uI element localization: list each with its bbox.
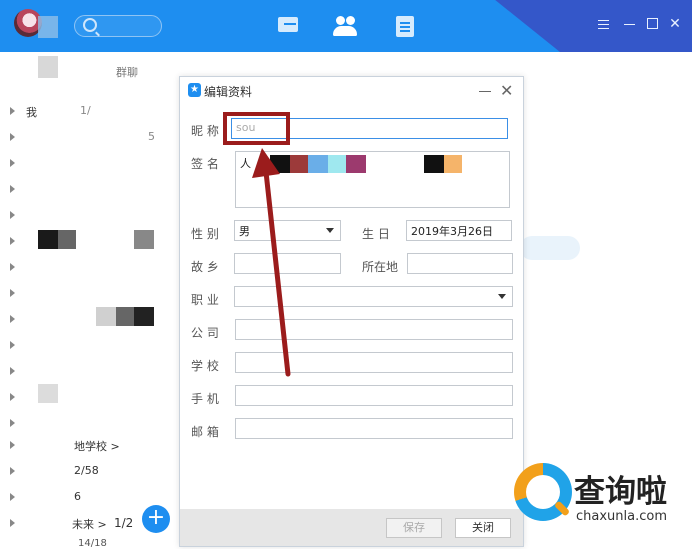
blurred-content [38, 384, 58, 403]
watermark-url: chaxunla.com [576, 509, 667, 524]
blurred-content [58, 230, 76, 249]
chevron-right-icon[interactable] [10, 315, 15, 323]
app-logo-icon: ★ [188, 83, 201, 97]
birthday-label: 生 日 [362, 227, 390, 241]
blurred-content [424, 155, 444, 173]
signature-label: 签 名 [191, 157, 219, 171]
list-item-label[interactable]: 地学校 > [74, 438, 120, 454]
blurred-content [134, 230, 154, 249]
message-icon[interactable] [276, 14, 302, 38]
list-item-count: 14/18 [78, 538, 107, 549]
minimize-icon[interactable] [623, 17, 637, 31]
location-label: 所在地 [362, 260, 399, 274]
background-decoration [520, 236, 580, 260]
maximize-icon[interactable] [646, 17, 660, 31]
gender-value: 男 [239, 225, 250, 238]
company-label: 公 司 [191, 326, 219, 340]
school-field[interactable] [235, 352, 513, 373]
chevron-right-icon[interactable] [10, 263, 15, 271]
close-icon[interactable]: ✕ [500, 81, 513, 100]
blurred-content [444, 155, 462, 173]
blurred-content [96, 307, 116, 326]
list-item-count: 6 [74, 490, 81, 503]
chevron-right-icon[interactable] [10, 467, 15, 475]
list-item-count: 1/2 [114, 516, 134, 530]
occupation-select[interactable] [234, 286, 513, 307]
blurred-content [116, 307, 134, 326]
edit-profile-dialog: ★ 编辑资料 ✕ 昵 称 sou 签 名 人 性 别 男 生 日 2019年3月… [179, 76, 524, 547]
chevron-right-icon[interactable] [10, 419, 15, 427]
blurred-content [290, 155, 308, 173]
dialog-title: 编辑资料 [204, 85, 253, 99]
list-item-label[interactable]: 我 [26, 104, 37, 120]
chevron-right-icon[interactable] [10, 107, 15, 115]
search-icon [83, 18, 97, 32]
company-field[interactable] [235, 319, 513, 340]
blurred-content [270, 155, 290, 173]
list-item-label[interactable]: 未来 > [72, 516, 107, 532]
list-item-count: 2/58 [74, 464, 99, 477]
highlight-box [223, 112, 290, 145]
chevron-right-icon[interactable] [10, 211, 15, 219]
occupation-label: 职 业 [191, 293, 219, 307]
hometown-label: 故 乡 [191, 260, 219, 274]
close-icon[interactable]: ✕ [668, 17, 682, 31]
chevron-right-icon[interactable] [10, 393, 15, 401]
signature-field[interactable]: 人 [235, 151, 510, 208]
phone-label: 手 机 [191, 392, 219, 406]
chevron-right-icon[interactable] [10, 367, 15, 375]
avatar-badge [38, 16, 58, 38]
school-label: 学 校 [191, 359, 219, 373]
menu-icon[interactable] [597, 17, 611, 31]
chevron-right-icon[interactable] [10, 289, 15, 297]
chevron-right-icon[interactable] [10, 159, 15, 167]
space-icon[interactable] [394, 14, 420, 38]
location-field[interactable] [407, 253, 513, 274]
blurred-content [346, 155, 366, 173]
signature-value: 人 [240, 157, 251, 170]
chevron-right-icon[interactable] [10, 237, 15, 245]
email-label: 邮 箱 [191, 425, 219, 439]
watermark-text: 查询啦 [574, 474, 667, 510]
blurred-content [38, 230, 58, 249]
close-button[interactable]: 关闭 [455, 518, 511, 538]
search-input[interactable] [74, 15, 162, 37]
list-item-count: 1/ [80, 104, 91, 117]
blurred-content [328, 155, 346, 173]
hometown-field[interactable] [234, 253, 341, 274]
gender-label: 性 别 [191, 227, 219, 241]
chevron-down-icon [498, 294, 506, 299]
add-button[interactable]: + [142, 505, 170, 533]
chevron-right-icon[interactable] [10, 441, 15, 449]
blurred-content [38, 56, 58, 78]
email-field[interactable] [235, 418, 513, 439]
tab-group-chat[interactable]: 群聊 [116, 64, 148, 80]
chevron-right-icon[interactable] [10, 185, 15, 193]
birthday-value: 2019年3月26日 [411, 225, 493, 238]
phone-field[interactable] [235, 385, 513, 406]
blurred-content [134, 307, 154, 326]
dialog-header[interactable]: ★ 编辑资料 ✕ [180, 77, 523, 107]
chevron-down-icon [326, 228, 334, 233]
minimize-icon[interactable] [479, 91, 491, 92]
contacts-icon[interactable] [333, 14, 359, 38]
chevron-right-icon[interactable] [10, 493, 15, 501]
chevron-right-icon[interactable] [10, 341, 15, 349]
blurred-content [308, 155, 328, 173]
save-button[interactable]: 保存 [386, 518, 442, 538]
chevron-right-icon[interactable] [10, 133, 15, 141]
birthday-field[interactable]: 2019年3月26日 [406, 220, 512, 241]
chevron-right-icon[interactable] [10, 519, 15, 527]
nickname-label: 昵 称 [191, 124, 219, 138]
list-item-count: 5 [148, 130, 155, 143]
gender-select[interactable]: 男 [234, 220, 341, 241]
